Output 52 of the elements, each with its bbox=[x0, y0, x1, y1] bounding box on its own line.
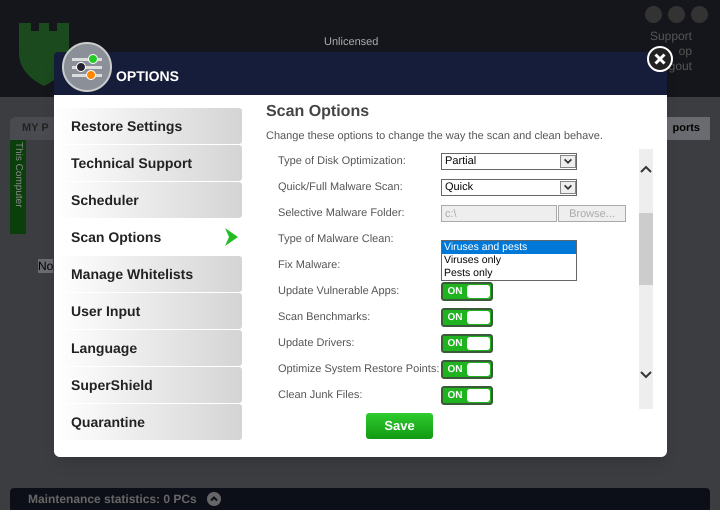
toggle-label: ON bbox=[446, 337, 464, 351]
menu-item[interactable]: Manage Whitelists bbox=[54, 256, 242, 292]
option-label: Update Drivers: bbox=[278, 336, 356, 352]
option-label: Quick/Full Malware Scan: bbox=[278, 180, 404, 196]
menu-item[interactable]: User Input bbox=[54, 293, 242, 329]
toggle-label: ON bbox=[446, 311, 464, 325]
scrollbar[interactable] bbox=[639, 148, 653, 408]
option-label: Type of Disk Optimization: bbox=[278, 154, 407, 170]
option-label: Update Vulnerable Apps: bbox=[278, 284, 400, 300]
save-button[interactable]: Save bbox=[366, 412, 433, 438]
dropdown-option[interactable]: Pests only bbox=[442, 266, 576, 280]
status-text: Maintenance statistics: 0 PCs bbox=[28, 491, 197, 508]
toggle-switch[interactable]: ON bbox=[441, 360, 493, 379]
options-icon bbox=[62, 42, 112, 92]
menu-item[interactable]: SuperShield bbox=[54, 367, 242, 403]
menu-item[interactable]: Quarantine bbox=[54, 404, 242, 440]
menu-item[interactable]: Language bbox=[54, 330, 242, 366]
expand-up-icon[interactable] bbox=[206, 492, 221, 506]
license-status: Unlicensed bbox=[324, 35, 378, 48]
toggle-label: ON bbox=[446, 389, 464, 403]
side-tab[interactable]: This Computer bbox=[10, 140, 26, 234]
header-link[interactable]: op bbox=[678, 44, 692, 59]
chevron-down-icon bbox=[560, 155, 576, 168]
menu-item[interactable]: Technical Support bbox=[54, 145, 242, 181]
option-label: Type of Malware Clean: bbox=[278, 232, 395, 248]
dropdown-option[interactable]: Viruses only bbox=[442, 254, 576, 266]
toggle-switch[interactable]: ON bbox=[441, 386, 493, 405]
toggle-label: ON bbox=[446, 363, 464, 377]
chevron-down-icon bbox=[560, 181, 576, 194]
toggle-switch[interactable]: ON bbox=[441, 282, 493, 301]
option-label: Selective Malware Folder: bbox=[278, 206, 406, 222]
option-label: Optimize System Restore Points: bbox=[278, 362, 440, 378]
toggle-label: ON bbox=[446, 285, 464, 299]
option-label: Fix Malware: bbox=[278, 258, 342, 274]
panel-text: No bbox=[38, 258, 54, 272]
menu-item[interactable]: Restore Settings bbox=[54, 108, 242, 144]
dropdown-list[interactable]: Viruses and pests Viruses only Pests only bbox=[441, 240, 577, 280]
dropdown-option[interactable]: Viruses and pests bbox=[442, 240, 576, 254]
chevron-up-icon[interactable] bbox=[640, 164, 652, 172]
option-label: Clean Junk Files: bbox=[278, 388, 364, 404]
option-label: Scan Benchmarks: bbox=[278, 310, 372, 326]
dropdown[interactable]: Quick bbox=[441, 179, 577, 196]
section-heading: Scan Options bbox=[266, 102, 370, 122]
section-description: Change these options to change the way the scan and clean behave. bbox=[266, 129, 604, 144]
dropdown[interactable]: Partial bbox=[441, 153, 577, 170]
dialog-title: OPTIONS bbox=[116, 67, 180, 86]
header-link[interactable]: Support bbox=[650, 29, 692, 44]
toggle-switch[interactable]: ON bbox=[441, 334, 493, 353]
toggle-switch[interactable]: ON bbox=[441, 308, 493, 327]
menu-item[interactable]: Scheduler bbox=[54, 182, 242, 218]
arrow-right-icon bbox=[225, 228, 238, 246]
chevron-down-icon[interactable] bbox=[640, 370, 652, 378]
